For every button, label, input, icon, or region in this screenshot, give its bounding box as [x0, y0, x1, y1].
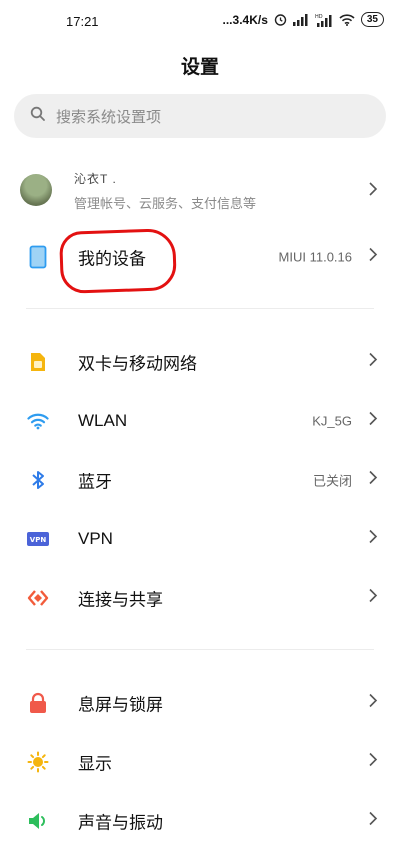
lock-icon — [26, 691, 50, 715]
chevron-right-icon — [368, 182, 378, 201]
wlan-label: WLAN — [78, 411, 128, 430]
network-speed: ...3.4K/s — [222, 12, 268, 27]
chevron-right-icon — [368, 693, 378, 713]
lock-screen-row[interactable]: 息屏与锁屏 — [0, 674, 400, 732]
chevron-right-icon — [368, 352, 378, 372]
account-subtitle: 管理帐号、云服务、支付信息等 — [74, 196, 257, 211]
display-label: 显示 — [78, 754, 112, 774]
section-divider — [26, 649, 374, 650]
chevron-right-icon — [368, 529, 378, 549]
status-time: 17:21 — [66, 14, 99, 29]
bluetooth-icon — [26, 468, 50, 492]
vpn-icon: VPN — [26, 527, 50, 551]
bluetooth-row[interactable]: 蓝牙 已关闭 — [0, 451, 400, 509]
phone-icon — [26, 245, 50, 269]
account-row[interactable]: 沁衣T . 管理帐号、云服务、支付信息等 — [0, 162, 400, 222]
page-title: 设置 — [180, 57, 219, 78]
search-bar[interactable]: 搜索系统设置项 — [14, 94, 386, 138]
battery-indicator: 35 — [360, 12, 384, 27]
bluetooth-value: 已关闭 — [312, 473, 352, 489]
status-icons: ...3.4K/s HD 35 — [223, 12, 384, 27]
search-icon — [30, 106, 46, 127]
wlan-value: KJ_5G — [312, 413, 352, 429]
signal-hd-icon: HD — [315, 13, 333, 27]
status-bar: 17:21 ...3.4K/s HD 35 — [0, 0, 400, 44]
my-device-row[interactable]: 我的设备 MIUI 11.0.16 — [0, 228, 400, 286]
vpn-row[interactable]: VPN VPN — [0, 510, 400, 568]
vpn-label: VPN — [78, 529, 113, 548]
connection-share-label: 连接与共享 — [78, 590, 163, 610]
lock-screen-label: 息屏与锁屏 — [78, 695, 163, 715]
wifi-icon — [26, 409, 50, 433]
signal-icon — [292, 13, 309, 26]
avatar — [20, 174, 52, 206]
sound-vibration-row[interactable]: 声音与振动 — [0, 792, 400, 850]
my-device-version: MIUI 11.0.16 — [278, 249, 352, 265]
chevron-right-icon — [368, 411, 378, 431]
my-device-label: 我的设备 — [78, 249, 146, 269]
wifi-status-icon — [339, 13, 355, 26]
chevron-right-icon — [368, 811, 378, 831]
svg-text:HD: HD — [315, 14, 323, 20]
chevron-right-icon — [368, 752, 378, 772]
sim-card-icon — [26, 350, 50, 374]
search-input[interactable]: 搜索系统设置项 — [56, 106, 161, 127]
display-row[interactable]: 显示 — [0, 733, 400, 791]
sound-vibration-label: 声音与振动 — [78, 813, 163, 833]
account-name: 沁衣T . — [74, 172, 117, 186]
chevron-right-icon — [368, 470, 378, 490]
connection-share-icon — [26, 586, 50, 610]
sim-mobile-network-row[interactable]: 双卡与移动网络 — [0, 333, 400, 391]
alarm-icon — [274, 13, 287, 26]
chevron-right-icon — [368, 247, 378, 267]
brightness-icon — [26, 750, 50, 774]
sim-mobile-network-label: 双卡与移动网络 — [78, 354, 197, 374]
svg-text:VPN: VPN — [30, 536, 47, 544]
chevron-right-icon — [368, 588, 378, 608]
bluetooth-label: 蓝牙 — [78, 472, 112, 492]
wlan-row[interactable]: WLAN KJ_5G — [0, 392, 400, 450]
speaker-icon — [26, 809, 50, 833]
connection-share-row[interactable]: 连接与共享 — [0, 569, 400, 627]
section-divider — [26, 308, 374, 309]
